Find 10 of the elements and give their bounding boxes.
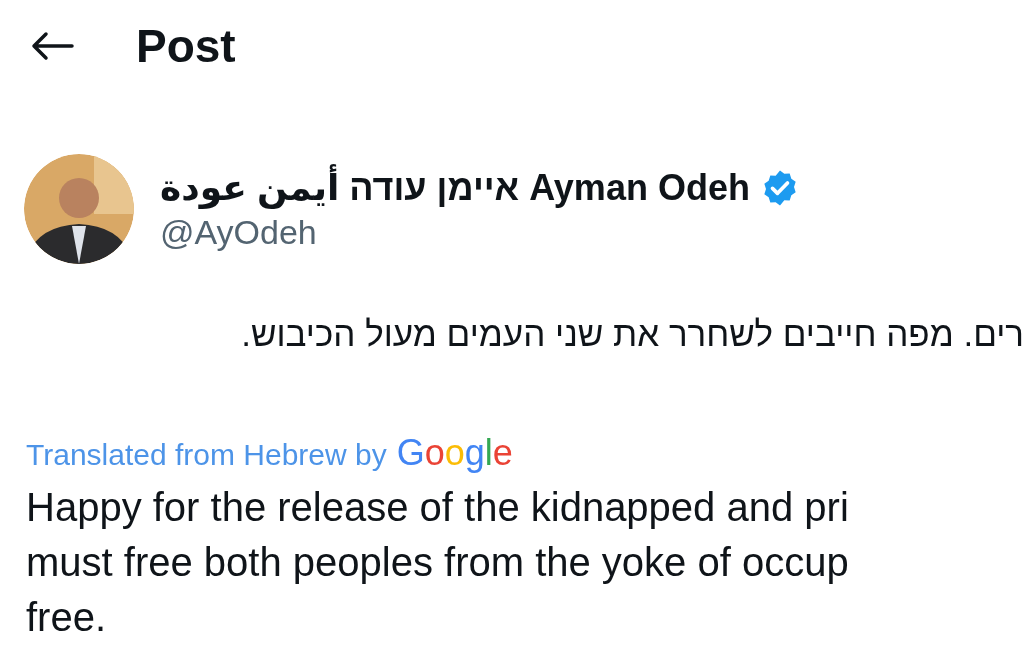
translated-text-line: must free both peoples from the yoke of occup (26, 539, 850, 586)
translation-label: Translated from Hebrew by (26, 438, 387, 472)
translated-text-line: free. (26, 594, 108, 641)
translated-text-line: Happy for the release of the kidnapped and pri (26, 484, 850, 531)
post-text: רים. מפה חייבים לשחרר את שני העמים מעול הכיבוש. (241, 314, 1024, 354)
author-name[interactable]: Ayman Odeh איימן עודה أيمن عودة (160, 166, 750, 209)
back-arrow-icon[interactable] (30, 31, 74, 61)
page-title: Post (136, 19, 236, 73)
author-handle[interactable]: @AyOdeh (160, 212, 800, 252)
translation-brand: Google (396, 432, 513, 474)
